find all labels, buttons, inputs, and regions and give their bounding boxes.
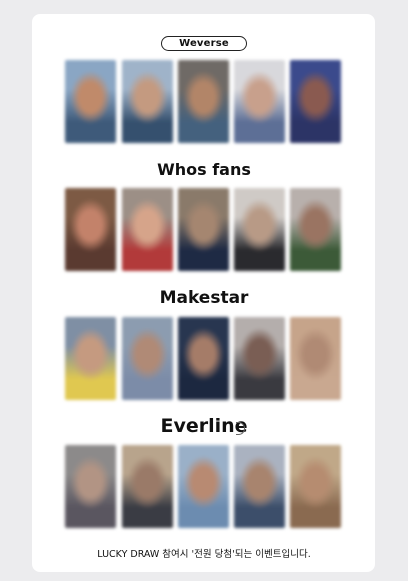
whos-fans-heading: Whos fans xyxy=(157,160,251,179)
weverse-photo-row xyxy=(65,60,344,143)
lucky-draw-notice: LUCKY DRAW 참여시 '전원 당첨'되는 이벤트입니다. xyxy=(97,549,311,560)
photocard-image xyxy=(290,188,341,271)
photocard-image xyxy=(290,60,341,143)
photocard-image xyxy=(234,188,285,271)
whos-fans-photo-row xyxy=(65,188,344,271)
photocard-image xyxy=(122,60,173,143)
photocard-image xyxy=(234,317,285,400)
photocard-image xyxy=(65,317,116,400)
photocard-image xyxy=(178,445,229,528)
photocard-image xyxy=(65,445,116,528)
photocard-image xyxy=(122,188,173,271)
weverse-label: Weverse xyxy=(161,36,247,51)
makestar-photo-row xyxy=(65,317,344,400)
photocard-image xyxy=(65,188,116,271)
photocard-image xyxy=(234,445,285,528)
photocard-image xyxy=(178,60,229,143)
photocard-image xyxy=(290,445,341,528)
photocard-image xyxy=(122,317,173,400)
photocard-image xyxy=(178,188,229,271)
everline-photo-row xyxy=(65,445,344,528)
photocard-image xyxy=(122,445,173,528)
makestar-heading: Makestar xyxy=(159,288,249,308)
everline-heading: Everline xyxy=(160,415,248,437)
photocard-image xyxy=(234,60,285,143)
photocard-image xyxy=(65,60,116,143)
photocard-image xyxy=(178,317,229,400)
photocard-image xyxy=(290,317,341,400)
